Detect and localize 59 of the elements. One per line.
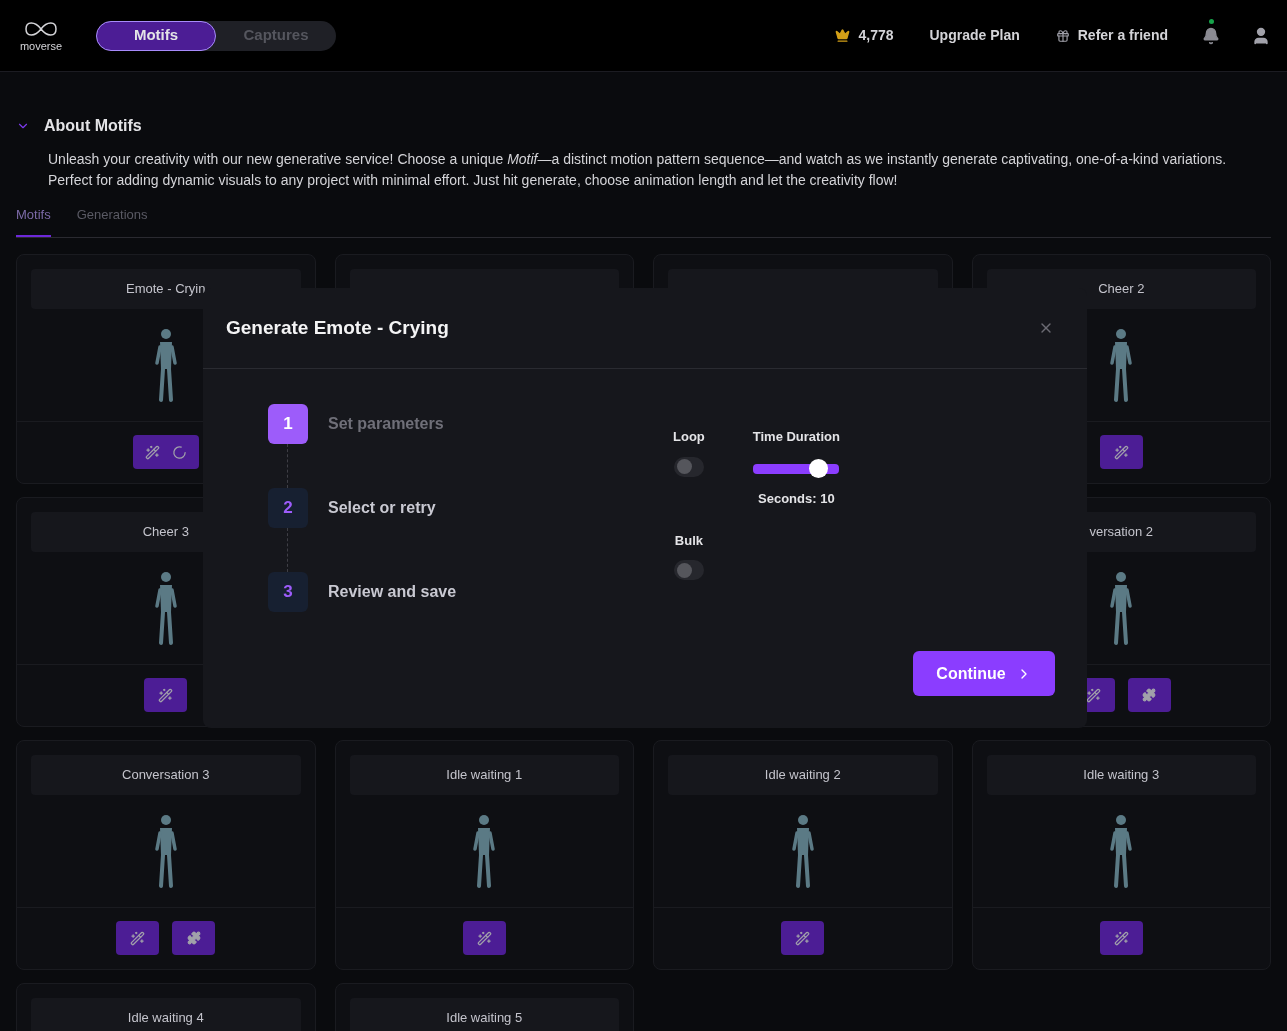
card-title: Cheer 3: [142, 522, 189, 541]
step-label: Set parameters: [328, 414, 444, 434]
magic-wand-icon: [476, 930, 492, 946]
puzzle-icon: [186, 931, 201, 945]
toggle-label: Loop: [673, 428, 705, 446]
magic-wand-icon: [795, 930, 811, 946]
generate-button[interactable]: [781, 921, 825, 955]
card-title: Idle waiting 4: [127, 1008, 204, 1027]
refer-link[interactable]: Refer a friend: [1055, 25, 1168, 46]
slider-thumb[interactable]: [808, 458, 828, 478]
generate-button[interactable]: [462, 921, 506, 955]
magic-wand-icon: [158, 687, 174, 703]
bell-icon[interactable]: [1202, 26, 1220, 45]
card-title: Cheer 2: [1098, 279, 1145, 298]
continue-button[interactable]: Continue: [913, 651, 1055, 696]
magic-wand-icon: [1085, 687, 1101, 703]
toggle-switch[interactable]: [673, 456, 704, 477]
toggle-label: Bulk: [674, 531, 703, 550]
puzzle-button[interactable]: [172, 921, 216, 955]
dialog-title: Generate Emote - Crying: [226, 315, 449, 340]
card-title: Idle waiting 3: [1083, 765, 1160, 784]
generate-button[interactable]: [116, 921, 160, 955]
generate-button[interactable]: [132, 435, 199, 469]
brand-name: moverse: [19, 41, 63, 52]
magic-wand-icon: [144, 444, 160, 460]
credits-count: 4,778: [858, 26, 894, 45]
toggle-switch[interactable]: [673, 560, 704, 580]
card-title: Idle waiting 5: [446, 1008, 523, 1027]
upgrade-link[interactable]: Upgrade Plan: [929, 25, 1020, 46]
card-title: Conversation 3: [122, 765, 210, 784]
generate-button[interactable]: [144, 678, 188, 712]
infinity-logo-icon: [23, 19, 59, 39]
about-description: Unleash your creativity with our new generative service! Choose a unique Motif—a distinct motion pattern sequence—and watch as we instantly generate captivating, one-of-a-kind variations. Perfect for adding dynamic visuals to any project with minimal effort. Just hit generate, choose animation length and let the creativity flow!: [48, 150, 1228, 190]
step-label: Select or retry: [328, 498, 436, 518]
generate-button[interactable]: [1099, 921, 1143, 955]
step-label: Review and save: [328, 582, 457, 602]
tab[interactable]: Generations: [76, 205, 148, 237]
card-title: Emote - Cryin: [126, 279, 206, 298]
crown-icon: [835, 28, 851, 43]
section-title: About Motifs: [44, 116, 142, 136]
seconds-reading: Seconds: 10: [758, 489, 835, 508]
magic-wand-icon: [1113, 444, 1129, 460]
tab[interactable]: Motifs: [16, 205, 51, 237]
spinner-icon: [171, 444, 187, 460]
slider-label: Time Duration: [752, 428, 840, 446]
magic-wand-icon: [130, 930, 146, 946]
step-number: 1: [268, 404, 308, 444]
magic-wand-icon: [1113, 930, 1129, 946]
user-icon[interactable]: [1251, 25, 1271, 46]
card-title: versation 2: [1089, 522, 1154, 541]
step-number: 3: [268, 572, 308, 612]
puzzle-button[interactable]: [1127, 678, 1171, 712]
step-number: 2: [268, 488, 308, 528]
gift-icon: [1055, 28, 1070, 43]
puzzle-icon: [1142, 688, 1157, 702]
mode-tab[interactable]: Motifs: [96, 20, 216, 51]
generate-button[interactable]: [1099, 435, 1143, 469]
card-title: Idle waiting 1: [446, 765, 523, 784]
card-title: Idle waiting 2: [764, 765, 841, 784]
